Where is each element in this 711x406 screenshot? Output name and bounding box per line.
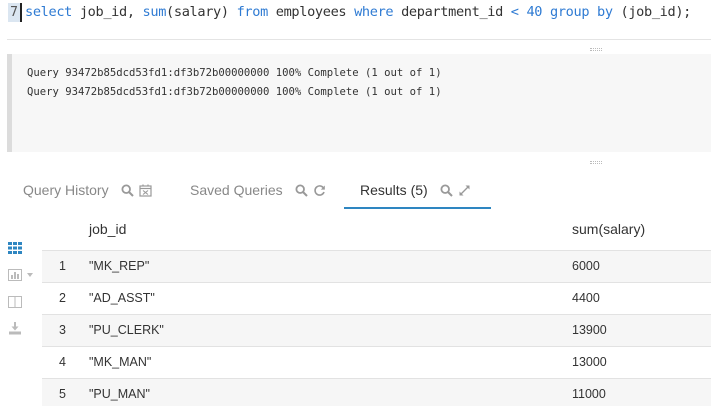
- sql-text: (salary): [166, 4, 237, 20]
- row-index: 5: [59, 387, 66, 401]
- sql-keyword: by: [597, 4, 613, 20]
- tab-saved-queries[interactable]: Saved Queries: [190, 180, 331, 200]
- cell-sum-salary: 4400: [572, 291, 600, 305]
- sql-keyword: 40: [526, 4, 543, 20]
- tab-results[interactable]: Results (5): [360, 180, 476, 200]
- cell-job-id: "MK_MAN": [89, 355, 152, 369]
- resize-handle-top[interactable]: [590, 48, 602, 51]
- cell-sum-salary: 11000: [572, 387, 606, 401]
- cell-job-id: "PU_CLERK": [89, 323, 164, 337]
- log-line: Query 93472b85dcd53fd1:df3b72b00000000 1…: [27, 67, 442, 79]
- tab-label: Query History: [23, 182, 109, 198]
- calendar-clear-icon[interactable]: [139, 183, 153, 197]
- search-icon[interactable]: [440, 183, 454, 197]
- text-cursor: [20, 3, 22, 22]
- expand-icon[interactable]: [458, 183, 472, 197]
- search-icon[interactable]: [295, 183, 309, 197]
- columns-icon[interactable]: [8, 295, 22, 309]
- sql-text: employees: [267, 4, 355, 20]
- resize-handle-bottom[interactable]: [590, 161, 602, 164]
- refresh-icon[interactable]: [313, 183, 327, 197]
- search-icon[interactable]: [121, 183, 135, 197]
- sql-text: department_id: [393, 4, 511, 20]
- cell-job-id: "MK_REP": [89, 259, 150, 273]
- active-tab-indicator: [344, 207, 491, 209]
- cell-job-id: "PU_MAN": [89, 387, 150, 401]
- row-index: 2: [59, 291, 66, 305]
- sql-text: (job_id);: [612, 4, 692, 20]
- download-icon[interactable]: [8, 321, 22, 335]
- chart-view-icon[interactable]: [8, 268, 38, 282]
- sql-code-line[interactable]: select job_id, sum(salary) from employee…: [25, 3, 691, 22]
- sql-keyword: where: [354, 4, 394, 20]
- row-index: 3: [59, 323, 66, 337]
- tab-query-history[interactable]: Query History: [23, 180, 157, 200]
- cell-sum-salary: 13000: [572, 355, 607, 369]
- editor-separator: [7, 39, 711, 40]
- tab-label: Saved Queries: [190, 182, 283, 198]
- table-row[interactable]: 3 "PU_CLERK" 13900: [42, 314, 711, 346]
- sql-keyword: <: [510, 4, 519, 20]
- column-header-sum-salary[interactable]: sum(salary): [572, 221, 645, 237]
- sql-text: job_id,: [72, 4, 143, 20]
- cell-job-id: "AD_ASST": [89, 291, 155, 305]
- sql-keyword: sum: [142, 4, 167, 20]
- grid-view-icon[interactable]: [8, 241, 22, 255]
- row-index: 4: [59, 355, 66, 369]
- tab-label: Results (5): [360, 182, 428, 198]
- row-index: 1: [59, 259, 66, 273]
- cell-sum-salary: 6000: [572, 259, 600, 273]
- table-row[interactable]: 2 "AD_ASST" 4400: [42, 282, 711, 314]
- cell-sum-salary: 13900: [572, 323, 607, 337]
- sql-keyword: group: [549, 4, 590, 20]
- table-row[interactable]: 1 "MK_REP" 6000: [42, 250, 711, 282]
- sql-keyword: from: [236, 4, 269, 20]
- sql-editor[interactable]: 7 select job_id, sum(salary) from employ…: [0, 0, 711, 26]
- sql-keyword: select: [25, 4, 73, 20]
- table-row[interactable]: 5 "PU_MAN" 11000: [42, 378, 711, 406]
- column-header-job-id[interactable]: job_id: [89, 221, 126, 237]
- log-line: Query 93472b85dcd53fd1:df3b72b00000000 1…: [27, 86, 442, 98]
- query-log-panel: Query 93472b85dcd53fd1:df3b72b00000000 1…: [7, 54, 711, 152]
- table-row[interactable]: 4 "MK_MAN" 13000: [42, 346, 711, 378]
- line-number: 7: [8, 3, 20, 22]
